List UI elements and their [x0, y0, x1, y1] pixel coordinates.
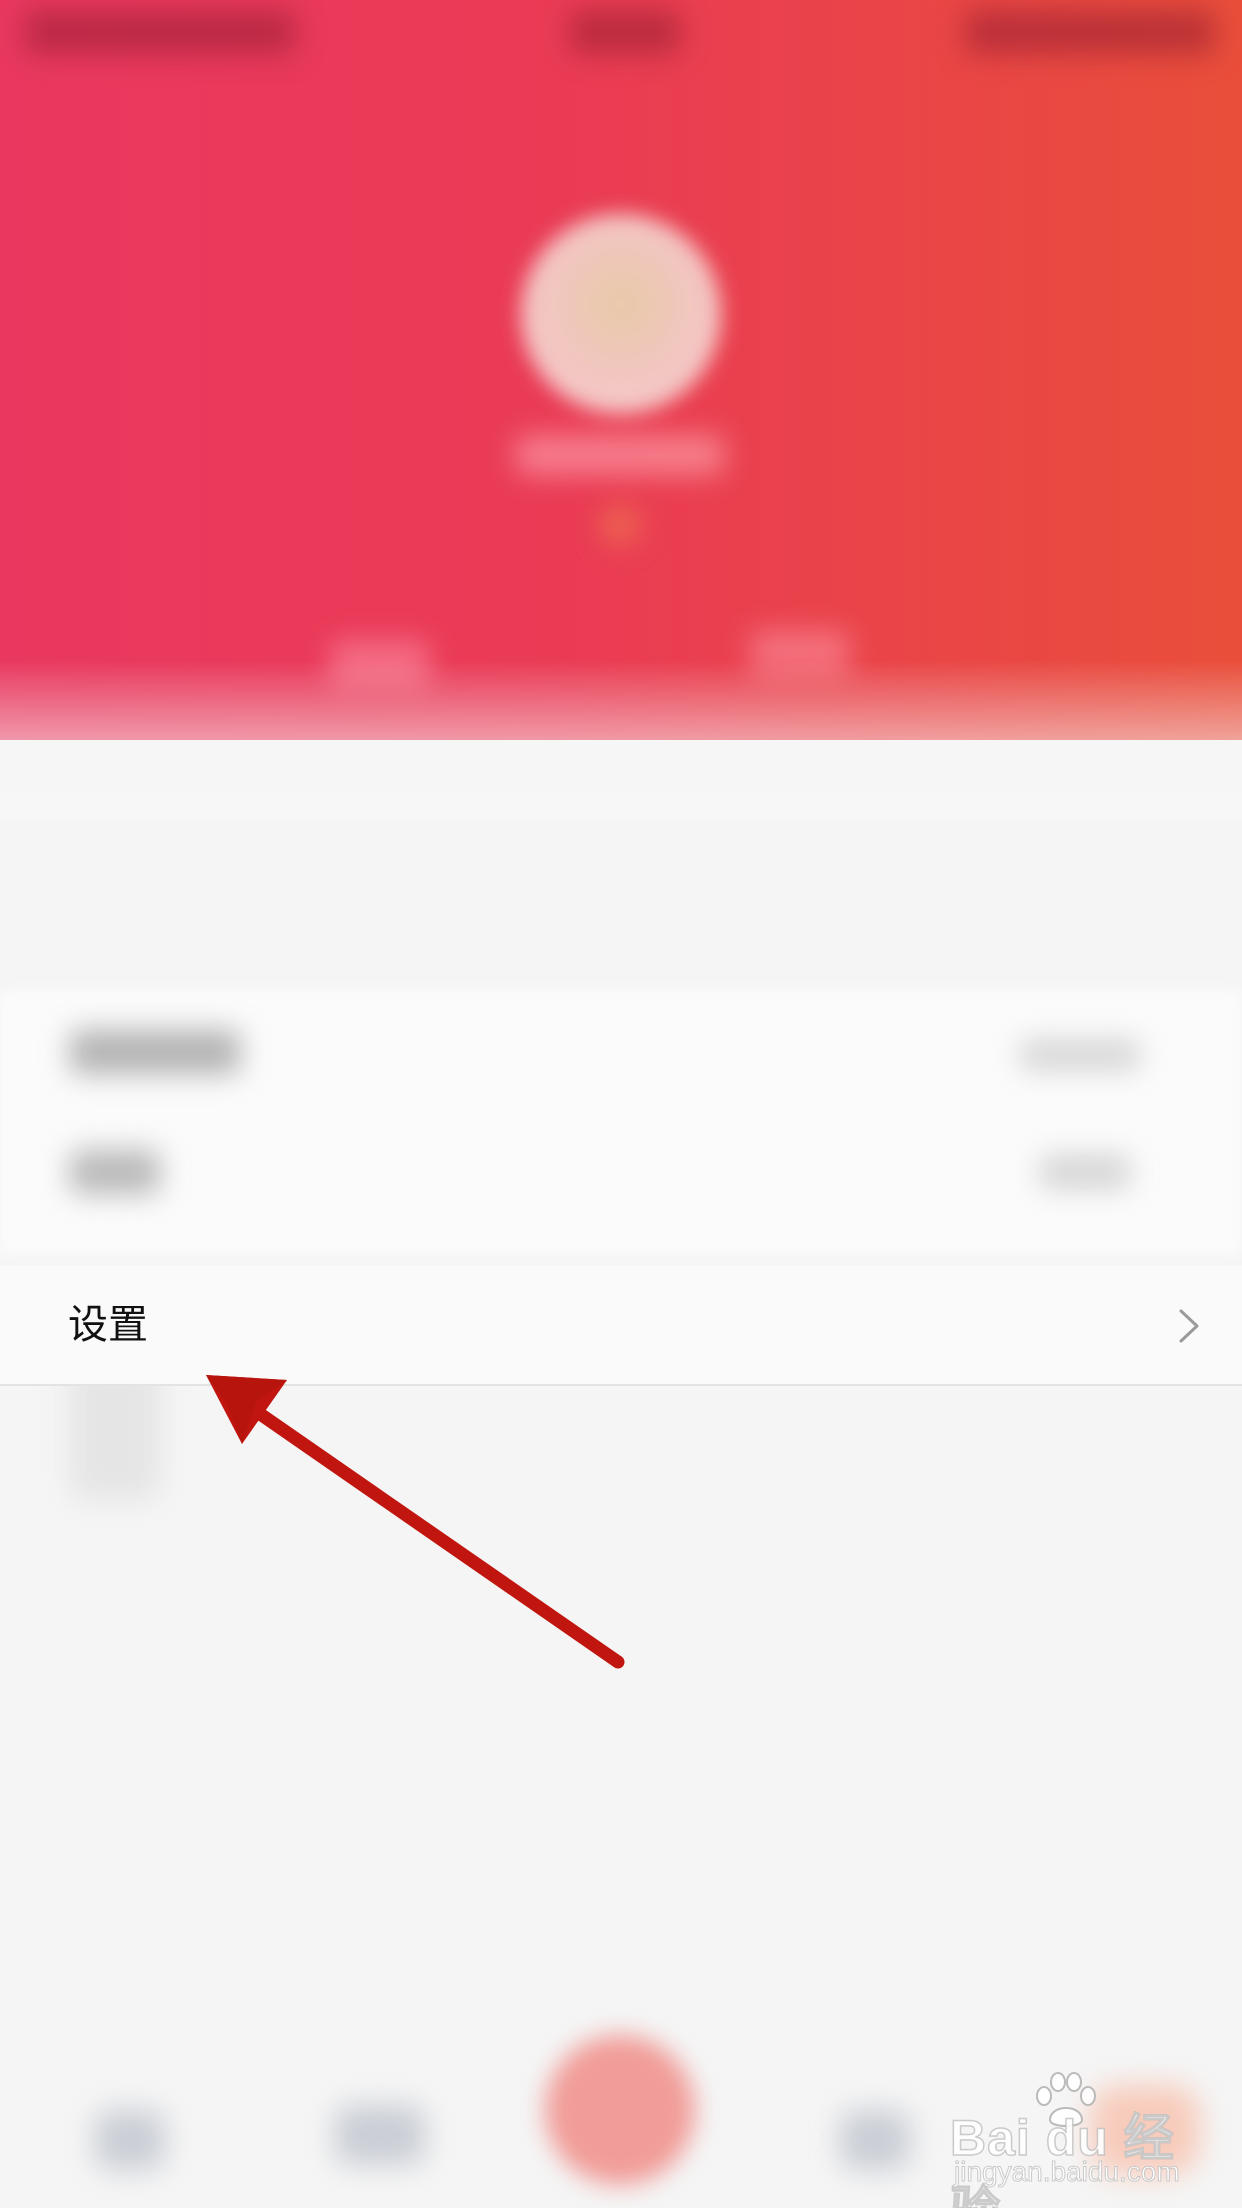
user-name [515, 435, 725, 475]
settings-row[interactable]: 设置 [0, 1266, 1242, 1386]
list-item-2-value [1040, 1155, 1130, 1189]
status-bar-center [570, 10, 680, 54]
list-item-1-label[interactable] [70, 1030, 240, 1074]
tab-bar-center-button[interactable] [545, 2035, 695, 2185]
settings-label: 设置 [68, 1302, 148, 1348]
watermark-site: jingyan.baidu.com [954, 2156, 1181, 2188]
list-item-1-value [1020, 1040, 1140, 1070]
status-bar-left [25, 10, 295, 54]
tab-bar-item-2[interactable] [335, 2105, 425, 2165]
header-fade [0, 660, 1242, 820]
list-item-2-label[interactable] [70, 1150, 160, 1194]
avatar[interactable] [521, 214, 721, 414]
tab-bar-item-1[interactable] [95, 2110, 165, 2170]
watermark-brand: Bai du 经验 [949, 2109, 1175, 2208]
tab-bar-item-4[interactable] [840, 2110, 910, 2170]
status-bar-right [965, 10, 1215, 54]
profile-header [0, 0, 1242, 740]
chevron-right-icon [1179, 1309, 1199, 1343]
user-badge-icon [600, 505, 640, 545]
app-screen: 设置 Bai du 经验 jingyan.baidu.com [0, 0, 1242, 2208]
baidu-jingyan-watermark: Bai du 经验 jingyan.baidu.com [949, 2070, 1190, 2208]
